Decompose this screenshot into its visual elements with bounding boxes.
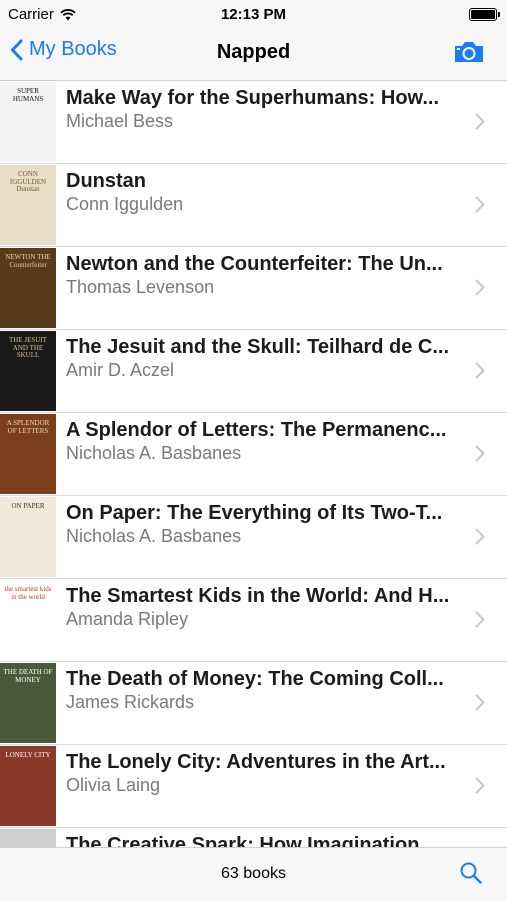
book-cover: THE DEATH OF MONEY — [0, 663, 56, 743]
bottom-toolbar: 63 books — [0, 847, 507, 901]
book-row[interactable]: A SPLENDOR OF LETTERS A Splendor of Lette… — [0, 413, 507, 496]
book-cover-text: A SPLENDOR OF LETTERS — [6, 419, 50, 435]
book-title: Dunstan — [66, 170, 146, 192]
book-author: Conn Iggulden — [66, 194, 184, 214]
search-icon — [460, 862, 482, 884]
book-title: The Creative Spark: How Imagination... — [66, 834, 437, 847]
book-author: Amanda Ripley — [66, 609, 189, 629]
book-cover-text: CONN IGGULDEN Dunstan — [9, 170, 47, 194]
book-author: Nicholas A. Basbanes — [66, 526, 242, 546]
book-title: The Death of Money: The Coming Coll... — [66, 668, 444, 690]
navigation-bar: My Books Napped — [0, 28, 507, 81]
status-bar: Carrier 12:13 PM — [0, 0, 507, 28]
book-row[interactable]: SUPER HUMANS Make Way for the Superhumans… — [0, 81, 507, 164]
book-cover: LONELY CITY — [0, 746, 56, 826]
book-cover: THE JESUIT AND THE SKULL — [0, 331, 56, 411]
battery-icon — [469, 8, 500, 21]
chevron-right-icon — [475, 611, 485, 628]
chevron-right-icon — [475, 113, 485, 130]
book-title: On Paper: The Everything of Its Two-T... — [66, 502, 443, 524]
chevron-right-icon — [475, 362, 485, 379]
book-cover: CONN IGGULDEN Dunstan — [0, 165, 56, 245]
chevron-right-icon — [475, 528, 485, 545]
book-row[interactable]: NEWTON THE Counterfeiter Newton and the C… — [0, 247, 507, 330]
chevron-right-icon — [475, 279, 485, 296]
book-cover — [0, 829, 56, 847]
status-time: 12:13 PM — [220, 6, 287, 23]
book-cover: NEWTON THE Counterfeiter — [0, 248, 56, 328]
book-cover-text: ON PAPER — [11, 502, 45, 510]
book-cover-text: LONELY CITY — [5, 751, 51, 759]
book-row[interactable]: THE DEATH OF MONEY The Death of Money: Th… — [0, 662, 507, 745]
camera-button[interactable] — [453, 40, 485, 69]
book-cover-text: NEWTON THE Counterfeiter — [5, 253, 51, 269]
chevron-right-icon — [475, 694, 485, 711]
book-author: Nicholas A. Basbanes — [66, 443, 242, 463]
chevron-right-icon — [475, 196, 485, 213]
book-author: Michael Bess — [66, 111, 174, 131]
book-title: The Smartest Kids in the World: And H... — [66, 585, 450, 607]
book-list: SUPER HUMANS Make Way for the Superhumans… — [0, 81, 507, 847]
page-title: Napped — [216, 41, 291, 63]
book-row[interactable]: ON PAPER On Paper: The Everything of Its … — [0, 496, 507, 579]
book-row[interactable]: the smartest kids in the world The Smarte… — [0, 579, 507, 662]
book-cover: ON PAPER — [0, 497, 56, 577]
book-cover-text: THE DEATH OF MONEY — [3, 668, 53, 684]
book-row[interactable]: CONN IGGULDEN Dunstan Dunstan Conn Iggulde… — [0, 164, 507, 247]
book-cover-text: SUPER HUMANS — [12, 87, 44, 103]
book-title: The Jesuit and the Skull: Teilhard de C.… — [66, 336, 450, 358]
book-cover-text: THE JESUIT AND THE SKULL — [9, 336, 47, 360]
book-cover: SUPER HUMANS — [0, 82, 56, 162]
book-author: Thomas Levenson — [66, 277, 215, 297]
book-title: The Lonely City: Adventures in the Art..… — [66, 751, 446, 773]
book-row[interactable]: THE JESUIT AND THE SKULL The Jesuit and t… — [0, 330, 507, 413]
search-button[interactable] — [459, 861, 483, 890]
book-title: A Splendor of Letters: The Permanenc... — [66, 419, 447, 441]
book-author: James Rickards — [66, 692, 195, 712]
book-title: Newton and the Counterfeiter: The Un... — [66, 253, 443, 275]
chevron-right-icon — [475, 777, 485, 794]
book-cover-text: the smartest kids in the world — [4, 585, 52, 601]
camera-icon — [455, 42, 483, 62]
book-author: Amir D. Aczel — [66, 360, 175, 380]
book-author: Olivia Laing — [66, 775, 161, 795]
book-row[interactable]: LONELY CITY The Lonely City: Adventures i… — [0, 745, 507, 828]
book-count: 63 books — [221, 865, 286, 882]
book-cover: the smartest kids in the world — [0, 580, 56, 660]
book-row[interactable]: The Creative Spark: How Imagination... — [0, 828, 507, 847]
book-title: Make Way for the Superhumans: How... — [66, 87, 440, 109]
book-cover: A SPLENDOR OF LETTERS — [0, 414, 56, 494]
chevron-right-icon — [475, 445, 485, 462]
